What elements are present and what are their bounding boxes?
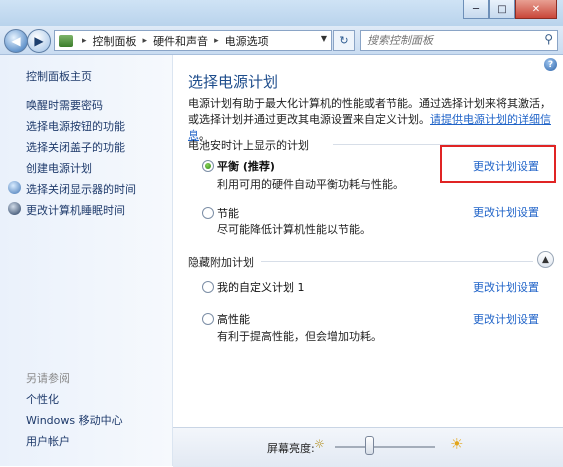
sidebar-item-wake-password[interactable]: 唤醒时需要密码: [26, 97, 103, 113]
plan-power-saver-name[interactable]: 节能: [217, 205, 239, 221]
group-heading-hidden-plans: 隐藏附加计划: [188, 256, 254, 269]
plan-custom-radio[interactable]: [202, 281, 214, 293]
title-bar: ─ □ ✕: [0, 0, 563, 27]
breadcrumb-separator: ▸: [142, 35, 148, 46]
sidebar-item-lid-close[interactable]: 选择关闭盖子的功能: [26, 139, 125, 155]
plan-power-saver-desc: 尽可能降低计算机性能以节能。: [217, 223, 371, 236]
page-title: 选择电源计划: [188, 73, 279, 91]
refresh-button[interactable]: ↻: [333, 30, 355, 51]
search-input[interactable]: [365, 31, 539, 50]
plan-balanced-radio[interactable]: [202, 160, 214, 172]
see-also-heading: 另请参阅: [26, 372, 70, 385]
brightness-bright-icon: ☀: [450, 435, 464, 453]
breadcrumb-hardware-sound[interactable]: 硬件和声音: [153, 33, 208, 49]
breadcrumb-separator: ▸: [214, 35, 219, 46]
plan-high-performance-change-settings-link[interactable]: 更改计划设置: [473, 311, 539, 327]
sidebar-item-user-accounts[interactable]: 用户帐户: [26, 433, 70, 449]
sidebar-item-home[interactable]: 控制面板主页: [26, 68, 92, 84]
plan-high-performance-desc: 有利于提高性能，但会增加功耗。: [217, 330, 382, 343]
plan-high-performance-radio[interactable]: [202, 313, 214, 325]
sidebar-item-create-plan[interactable]: 创建电源计划: [26, 160, 92, 176]
breadcrumb-power-options[interactable]: 电源选项: [225, 33, 269, 49]
collapse-chevron-icon[interactable]: ▲: [537, 251, 554, 268]
address-dropdown-icon[interactable]: ▼: [321, 34, 327, 43]
plan-power-saver-change-settings-link[interactable]: 更改计划设置: [473, 204, 539, 220]
sidebar-item-power-button[interactable]: 选择电源按钮的功能: [26, 118, 125, 134]
plan-custom-change-settings-link[interactable]: 更改计划设置: [473, 279, 539, 295]
plan-balanced-desc: 利用可用的硬件自动平衡功耗与性能。: [217, 178, 404, 191]
main-content: ? 选择电源计划 电源计划有助于最大化计算机的性能或者节能。通过选择计划来将其激…: [173, 55, 563, 426]
navigation-bar: ◀ ▶ ▸ 控制面板 ▸ 硬件和声音 ▸ 电源选项 ▼ ↻ ⚲: [0, 26, 563, 55]
monitor-icon: [8, 181, 21, 194]
maximize-button[interactable]: □: [489, 0, 515, 19]
divider: [261, 261, 533, 262]
breadcrumb-separator: ▸: [82, 35, 87, 46]
help-icon[interactable]: ?: [544, 58, 557, 71]
plan-custom-name[interactable]: 我的自定义计划 1: [217, 279, 305, 295]
close-button[interactable]: ✕: [515, 0, 557, 19]
search-box[interactable]: ⚲: [360, 30, 558, 51]
plan-high-performance-name[interactable]: 高性能: [217, 311, 250, 327]
sidebar-item-personalization[interactable]: 个性化: [26, 391, 59, 407]
sidebar-item-display-off[interactable]: 选择关闭显示器的时间: [26, 181, 136, 197]
breadcrumb-control-panel[interactable]: 控制面板: [93, 33, 137, 49]
brightness-label: 屏幕亮度:: [267, 442, 315, 455]
window-controls: ─ □ ✕: [463, 0, 557, 19]
group-heading-battery-meter: 电池安时计上显示的计划: [188, 139, 309, 152]
search-icon[interactable]: ⚲: [544, 32, 553, 46]
highlight-box: [440, 145, 556, 183]
sidebar-item-mobility-center[interactable]: Windows 移动中心: [26, 412, 123, 428]
brightness-slider-track[interactable]: [335, 446, 435, 448]
plan-balanced-name[interactable]: 平衡 (推荐): [217, 158, 275, 174]
minimize-button[interactable]: ─: [463, 0, 489, 19]
moon-icon: [8, 202, 21, 215]
sidebar: 控制面板主页 唤醒时需要密码 选择电源按钮的功能 选择关闭盖子的功能 创建电源计…: [0, 55, 173, 466]
brightness-slider-thumb[interactable]: [365, 436, 374, 455]
brightness-dim-icon: ☼: [314, 437, 325, 451]
address-bar[interactable]: ▸ 控制面板 ▸ 硬件和声音 ▸ 电源选项 ▼: [54, 30, 332, 51]
plan-power-saver-radio[interactable]: [202, 207, 214, 219]
back-button[interactable]: ◀: [4, 29, 28, 53]
brightness-bar: 屏幕亮度: ☼ ☀: [173, 427, 563, 467]
control-panel-icon: [59, 34, 73, 47]
forward-button[interactable]: ▶: [27, 29, 51, 53]
sidebar-item-sleep-time[interactable]: 更改计算机睡眠时间: [26, 202, 125, 218]
